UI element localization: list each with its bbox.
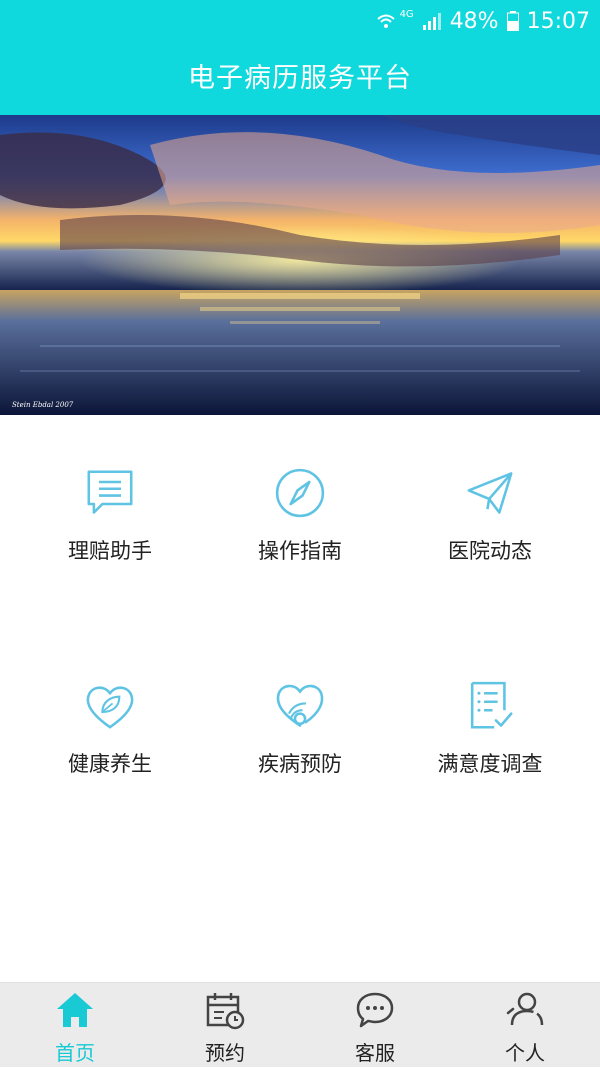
battery-icon (506, 11, 519, 31)
tab-profile[interactable]: 个人 (450, 983, 600, 1068)
calendar-clock-icon (206, 993, 245, 1030)
menu-item-satisfaction-survey[interactable]: 满意度调查 (390, 628, 590, 778)
chat-icon (356, 992, 394, 1028)
menu-item-label: 健康养生 (68, 752, 152, 776)
wifi-icon (376, 14, 395, 28)
tab-home[interactable]: 首页 (0, 983, 150, 1068)
checklist-icon (470, 681, 513, 729)
heart-leaf-icon (86, 686, 134, 729)
battery-percent: 48% (449, 8, 499, 34)
tab-appointment[interactable]: 预约 (150, 983, 300, 1068)
menu-item-label: 理赔助手 (68, 539, 152, 563)
menu-item-claims-assistant[interactable]: 理赔助手 (10, 415, 210, 565)
tab-label: 预约 (205, 1041, 245, 1065)
signal-icon (422, 13, 441, 30)
menu-item-label: 操作指南 (258, 539, 342, 563)
paper-plane-icon (467, 472, 513, 514)
menu-item-label: 满意度调查 (437, 752, 543, 776)
banner-signature: Stein Ebdal 2007 (12, 401, 74, 409)
message-icon (87, 470, 133, 514)
menu-item-user-guide[interactable]: 操作指南 (200, 415, 400, 565)
clock: 15:07 (526, 8, 590, 34)
page-title: 电子病历服务平台 (188, 63, 412, 94)
menu-item-label: 疾病预防 (258, 752, 342, 776)
user-icon (506, 992, 544, 1026)
app-header: 4G 48% 15:07 电子病历服务平台 (0, 0, 600, 115)
tab-label: 客服 (355, 1041, 395, 1065)
menu-item-label: 医院动态 (448, 539, 532, 563)
tab-customer-service[interactable]: 客服 (300, 983, 450, 1068)
menu-item-hospital-news[interactable]: 医院动态 (390, 415, 590, 565)
status-bar: 4G 48% 15:07 (376, 6, 590, 36)
home-icon (57, 993, 93, 1027)
tab-label: 个人 (505, 1041, 545, 1065)
feature-grid: 理赔助手 操作指南 医院动态 健康养生 疾病预防 满意度调查 (0, 415, 600, 982)
heart-stethoscope-icon (276, 684, 324, 727)
banner-image[interactable]: Stein Ebdal 2007 (0, 115, 600, 415)
bottom-tab-bar: 首页 预约 客服 个人 (0, 982, 600, 1067)
tab-label: 首页 (55, 1041, 95, 1065)
menu-item-disease-prevention[interactable]: 疾病预防 (200, 628, 400, 778)
network-type: 4G (399, 8, 414, 20)
compass-icon (275, 468, 325, 518)
menu-item-health[interactable]: 健康养生 (10, 628, 210, 778)
